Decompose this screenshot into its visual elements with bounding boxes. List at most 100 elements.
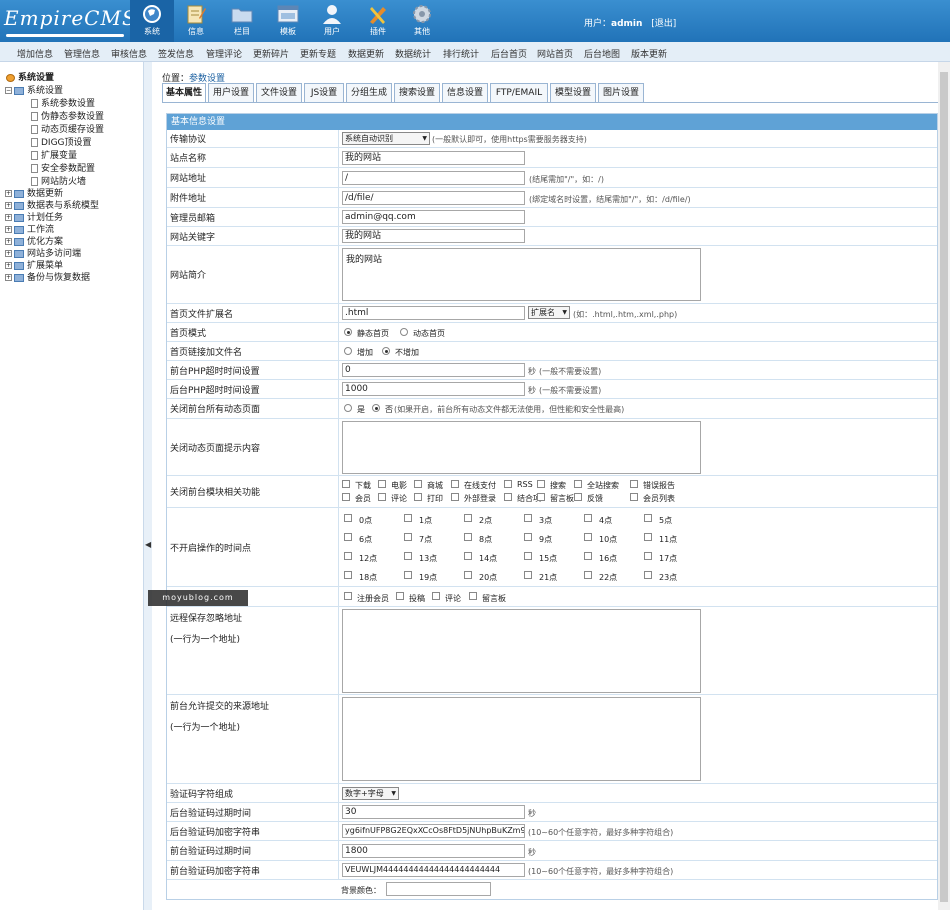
menu-site-home[interactable]: 网站首页: [537, 47, 573, 60]
indexlink-add-radio[interactable]: [344, 347, 352, 355]
menu-issue-info[interactable]: 签发信息: [158, 47, 194, 60]
hour-checkbox[interactable]: [524, 552, 532, 560]
tree-item-digg-settings[interactable]: DIGG顶设置: [31, 135, 92, 148]
fronttimeout-input[interactable]: 0: [342, 363, 525, 377]
indexlink-noadd-radio[interactable]: [382, 347, 390, 355]
closemod-row2-checkbox[interactable]: [504, 493, 512, 501]
hour-checkbox[interactable]: [404, 533, 412, 541]
hour-checkbox[interactable]: [524, 533, 532, 541]
hourmod-checkbox[interactable]: [469, 592, 477, 600]
remotesave-textarea[interactable]: [342, 609, 701, 693]
fileurl-input[interactable]: /d/file/: [342, 191, 525, 205]
topnav-info[interactable]: 信息: [174, 0, 218, 42]
hour-checkbox[interactable]: [644, 533, 652, 541]
topnav-user[interactable]: 用户: [310, 0, 354, 42]
closemod-row2-checkbox[interactable]: [414, 493, 422, 501]
scrollbar-thumb[interactable]: [940, 72, 948, 902]
closemod-row1-checkbox[interactable]: [342, 480, 350, 488]
menu-manage-info[interactable]: 管理信息: [64, 47, 100, 60]
menu-review-info[interactable]: 审核信息: [111, 47, 147, 60]
closemod-row1-checkbox[interactable]: [504, 480, 512, 488]
sidebar-splitter[interactable]: ◀: [143, 62, 152, 910]
expand-icon[interactable]: +: [5, 202, 12, 209]
tab-ftp-email[interactable]: FTP/EMAIL: [490, 83, 548, 103]
hourmod-checkbox[interactable]: [344, 592, 352, 600]
closemod-row2-checkbox[interactable]: [630, 493, 638, 501]
hour-checkbox[interactable]: [464, 552, 472, 560]
closemod-row2-checkbox[interactable]: [378, 493, 386, 501]
topnav-system[interactable]: 系统: [130, 0, 174, 42]
menu-admin-map[interactable]: 后台地图: [584, 47, 620, 60]
topnav-plugin[interactable]: 插件: [356, 0, 400, 42]
closemod-row2-checkbox[interactable]: [537, 493, 545, 501]
closemod-row1-checkbox[interactable]: [414, 480, 422, 488]
hour-checkbox[interactable]: [344, 514, 352, 522]
closemod-row1-checkbox[interactable]: [537, 480, 545, 488]
menu-update-fragments[interactable]: 更新碎片: [253, 47, 289, 60]
tree-root[interactable]: 系统设置: [6, 70, 54, 83]
sitename-input[interactable]: 我的网站: [342, 151, 525, 165]
closemod-row1-checkbox[interactable]: [630, 480, 638, 488]
admincaptchakey-input[interactable]: yg6ifnUFP8G2EQxXCcOs8FtD5jNUhpBuKZm9: [342, 824, 525, 838]
hour-checkbox[interactable]: [524, 571, 532, 579]
tab-model[interactable]: 模型设置: [550, 83, 596, 103]
closemod-row2-checkbox[interactable]: [574, 493, 582, 501]
tab-js[interactable]: JS设置: [304, 83, 344, 103]
expand-icon[interactable]: +: [5, 226, 12, 233]
menu-add-info[interactable]: 增加信息: [17, 47, 53, 60]
menu-version-update[interactable]: 版本更新: [631, 47, 667, 60]
closemod-row1-checkbox[interactable]: [378, 480, 386, 488]
tree-group-system[interactable]: − 系统设置: [5, 83, 63, 96]
tab-search[interactable]: 搜索设置: [394, 83, 440, 103]
hourmod-checkbox[interactable]: [432, 592, 440, 600]
frontcaptchaexp-input[interactable]: 1800: [342, 844, 525, 858]
menu-admin-home[interactable]: 后台首页: [491, 47, 527, 60]
collapse-arrow-icon[interactable]: ◀: [145, 540, 151, 549]
logout-link[interactable]: [退出]: [651, 19, 676, 29]
hour-checkbox[interactable]: [644, 514, 652, 522]
tab-info[interactable]: 信息设置: [442, 83, 488, 103]
hourmod-checkbox[interactable]: [396, 592, 404, 600]
hour-checkbox[interactable]: [464, 571, 472, 579]
email-input[interactable]: admin@qq.com: [342, 210, 525, 224]
hour-checkbox[interactable]: [344, 533, 352, 541]
tree-item-rewrite-params[interactable]: 伪静态参数设置: [31, 109, 104, 122]
captcha-select[interactable]: 数字+字母: [342, 787, 399, 800]
tree-item-system-params[interactable]: 系统参数设置: [31, 96, 95, 109]
tab-image[interactable]: 图片设置: [598, 83, 644, 103]
tree-item-cache-settings[interactable]: 动态页缓存设置: [31, 122, 104, 135]
indexext-select[interactable]: 扩展名: [528, 306, 570, 319]
hour-checkbox[interactable]: [404, 552, 412, 560]
hour-checkbox[interactable]: [584, 552, 592, 560]
expand-icon[interactable]: +: [5, 214, 12, 221]
protocol-select[interactable]: 系统自动识别: [342, 132, 430, 145]
closemod-row1-checkbox[interactable]: [451, 480, 459, 488]
indexmode-static-radio[interactable]: [344, 328, 352, 336]
closedyn-yes-radio[interactable]: [344, 404, 352, 412]
tree-group-backup[interactable]: + 备份与恢复数据: [5, 270, 90, 283]
hour-checkbox[interactable]: [344, 571, 352, 579]
closemod-row2-checkbox[interactable]: [342, 493, 350, 501]
hour-checkbox[interactable]: [464, 533, 472, 541]
hour-checkbox[interactable]: [344, 552, 352, 560]
hour-checkbox[interactable]: [584, 571, 592, 579]
hour-checkbox[interactable]: [464, 514, 472, 522]
keywords-input[interactable]: 我的网站: [342, 229, 525, 243]
closemod-row2-checkbox[interactable]: [451, 493, 459, 501]
closedyn-no-radio[interactable]: [372, 404, 380, 412]
collapse-icon[interactable]: −: [5, 87, 12, 94]
tree-item-extend-vars[interactable]: 扩展变量: [31, 148, 77, 161]
tab-basic[interactable]: 基本属性: [162, 83, 206, 103]
menu-data-stats[interactable]: 数据统计: [395, 47, 431, 60]
closemod-row1-checkbox[interactable]: [574, 480, 582, 488]
indexext-input[interactable]: .html: [342, 306, 525, 320]
indexmode-dynamic-radio[interactable]: [400, 328, 408, 336]
tab-user[interactable]: 用户设置: [208, 83, 254, 103]
menu-update-topics[interactable]: 更新专题: [300, 47, 336, 60]
hour-checkbox[interactable]: [644, 552, 652, 560]
bgcolor-input[interactable]: [386, 882, 491, 896]
menu-rank-stats[interactable]: 排行统计: [443, 47, 479, 60]
topnav-template[interactable]: 模板: [266, 0, 310, 42]
expand-icon[interactable]: +: [5, 190, 12, 197]
allowsource-textarea[interactable]: [342, 697, 701, 781]
